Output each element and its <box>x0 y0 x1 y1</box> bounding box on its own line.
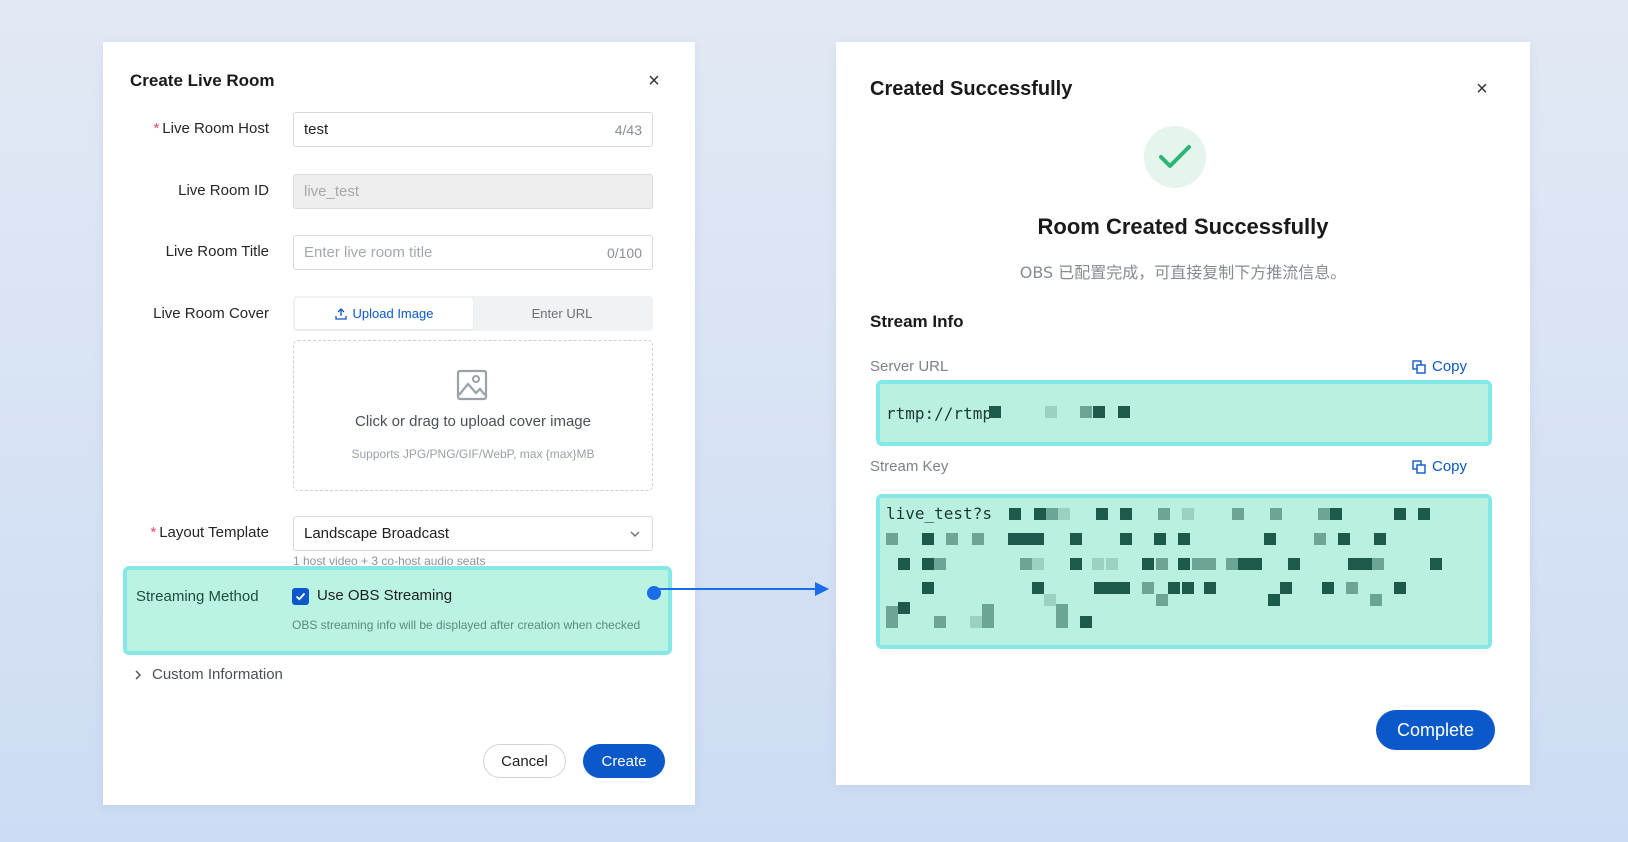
stream-info-heading: Stream Info <box>870 312 964 331</box>
room-id-input: live_test <box>293 174 653 209</box>
copy-server-url-button[interactable]: Copy <box>1412 358 1467 375</box>
stream-key-value: live_test?s <box>886 504 992 523</box>
host-label: * Live Room Host <box>153 120 269 137</box>
room-title-row: Live Room Title Enter live room title 0/… <box>103 235 695 270</box>
flow-arrow <box>654 582 829 596</box>
dialog-title: Create Live Room <box>130 71 275 90</box>
room-title-label: Live Room Title <box>165 243 269 260</box>
layout-select[interactable]: Landscape Broadcast <box>293 516 653 551</box>
create-button[interactable]: Create <box>583 744 665 778</box>
host-row: * Live Room Host test 4/43 <box>103 112 695 147</box>
obs-checkbox-label[interactable]: Use OBS Streaming <box>317 587 452 604</box>
upload-main-text: Click or drag to upload cover image <box>355 413 591 430</box>
upload-icon <box>334 307 347 320</box>
close-icon[interactable]: × <box>1472 79 1492 99</box>
cover-label: Live Room Cover <box>153 305 269 322</box>
success-heading: Room Created Successfully <box>1037 214 1329 239</box>
server-url-label: Server URL <box>870 358 949 375</box>
host-count: 4/43 <box>614 121 642 138</box>
host-input[interactable]: test 4/43 <box>293 112 653 147</box>
check-icon <box>295 592 306 601</box>
stream-key-label: Stream Key <box>870 458 949 475</box>
room-title-placeholder: Enter live room title <box>304 244 433 261</box>
complete-button[interactable]: Complete <box>1376 710 1495 750</box>
cover-upload-dropzone[interactable]: Click or drag to upload cover image Supp… <box>293 340 653 491</box>
close-icon[interactable]: × <box>644 71 664 91</box>
host-value: test <box>304 121 329 138</box>
tab-upload-image[interactable]: Upload Image <box>295 298 473 329</box>
copy-icon <box>1412 459 1426 474</box>
room-title-count: 0/100 <box>606 244 642 261</box>
tab-enter-url[interactable]: Enter URL <box>473 298 651 329</box>
copy-icon <box>1412 359 1426 374</box>
cover-row: Live Room Cover Upload Image Enter URL C… <box>103 296 695 496</box>
streaming-description: OBS streaming info will be displayed aft… <box>292 618 641 632</box>
create-live-room-dialog: Create Live Room × * Live Room Host test … <box>103 42 695 805</box>
custom-information-toggle[interactable]: Custom Information <box>133 666 283 683</box>
room-title-input[interactable]: Enter live room title 0/100 <box>293 235 653 270</box>
cover-source-tabs: Upload Image Enter URL <box>293 296 653 331</box>
success-icon <box>1144 126 1206 188</box>
streaming-label: Streaming Method <box>136 588 259 605</box>
dialog-title: Created Successfully <box>870 78 1073 100</box>
room-id-row: Live Room ID live_test <box>103 174 695 209</box>
server-url-field[interactable]: rtmp://rtmp <box>876 380 1492 446</box>
chevron-down-icon <box>630 531 640 537</box>
cancel-button[interactable]: Cancel <box>483 744 566 778</box>
streaming-method-highlight: Streaming Method Use OBS Streaming OBS s… <box>123 566 672 655</box>
room-id-value: live_test <box>304 183 360 200</box>
image-icon <box>456 369 488 401</box>
upload-sub-text: Supports JPG/PNG/GIF/WebP, max {max}MB <box>351 447 595 461</box>
stream-key-field[interactable]: live_test?s <box>876 494 1492 649</box>
layout-value: Landscape Broadcast <box>304 525 450 542</box>
success-subtitle: OBS 已配置完成，可直接复制下方推流信息。 <box>1019 263 1347 282</box>
created-successfully-dialog: Created Successfully × Room Created Succ… <box>836 42 1530 785</box>
checkmark-icon <box>1159 145 1191 168</box>
copy-stream-key-button[interactable]: Copy <box>1412 458 1467 475</box>
chevron-right-icon <box>135 670 141 679</box>
server-url-value: rtmp://rtmp <box>886 404 992 423</box>
layout-label: * Layout Template <box>150 524 269 541</box>
room-id-label: Live Room ID <box>178 182 269 199</box>
obs-checkbox[interactable] <box>292 588 309 605</box>
